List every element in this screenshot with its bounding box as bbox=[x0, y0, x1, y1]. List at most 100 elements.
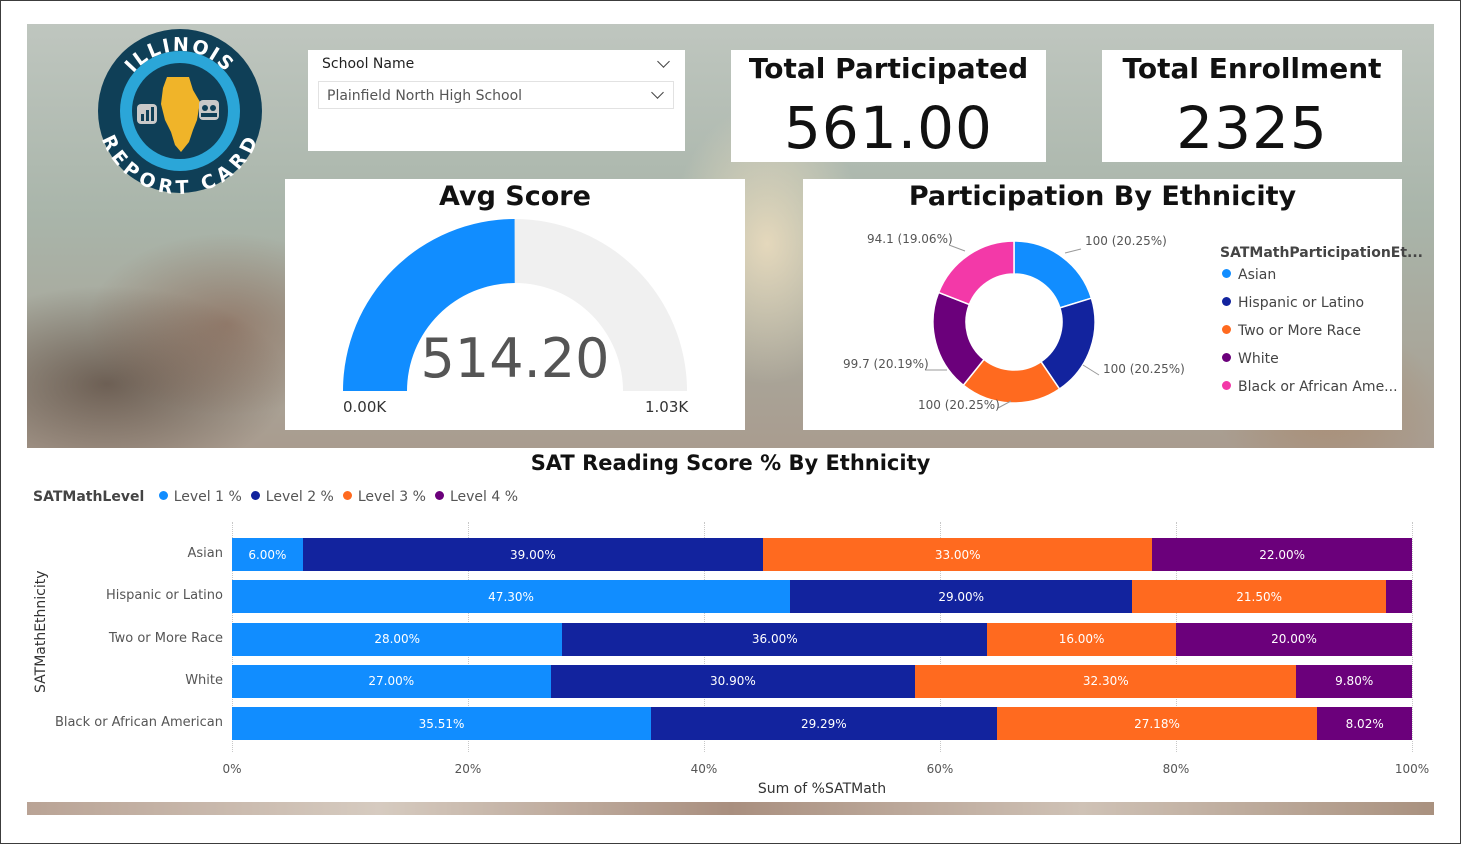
x-tick-label: 0% bbox=[222, 762, 242, 776]
bar-data-label: 27.00% bbox=[368, 674, 415, 689]
bar-segment[interactable]: 22.00% bbox=[1152, 538, 1412, 571]
x-tick-label: 40% bbox=[690, 762, 718, 776]
donut-legend-label: White bbox=[1238, 351, 1279, 367]
donut-slice-asian[interactable] bbox=[1013, 240, 1093, 309]
bar-legend-title: SATMathLevel bbox=[33, 489, 145, 505]
chevron-down-icon[interactable] bbox=[651, 86, 664, 99]
donut-data-label: 94.1 (19.06%) bbox=[867, 232, 953, 246]
bar-legend-item[interactable]: Level 4 % bbox=[434, 489, 519, 505]
donut-legend-label: Black or African Ame... bbox=[1238, 379, 1398, 395]
bar-legend-label: Level 4 % bbox=[449, 489, 519, 505]
bar-segment[interactable]: 30.90% bbox=[550, 664, 916, 698]
donut-legend-item[interactable]: Black or African Ame... bbox=[1222, 379, 1398, 395]
donut-data-label: 100 (20.25%) bbox=[1103, 362, 1185, 376]
bar-data-label: 28.00% bbox=[374, 632, 421, 647]
bar-segment[interactable]: 39.00% bbox=[302, 538, 763, 571]
legend-dot-icon bbox=[1222, 381, 1231, 390]
illinois-report-card-logo: ILLINOIS REPORT CARD bbox=[97, 28, 263, 199]
y-category-label: Asian bbox=[187, 546, 223, 561]
bar-data-label: 22.00% bbox=[1259, 547, 1306, 562]
y-category-label: White bbox=[185, 672, 223, 688]
bar-chart-y-axis-title: SATMathEthnicity bbox=[33, 570, 49, 693]
donut-legend-label: Asian bbox=[1238, 267, 1277, 283]
bar-segment[interactable]: 32.30% bbox=[915, 664, 1297, 698]
x-tick-label: 80% bbox=[1162, 762, 1190, 776]
donut-slice-black-or-african-american[interactable] bbox=[937, 240, 1015, 306]
slicer-label: School Name bbox=[322, 56, 415, 72]
y-category-label: Two or More Race bbox=[108, 630, 223, 646]
school-name-selected-value: Plainfield North High School bbox=[327, 88, 523, 104]
school-name-dropdown[interactable]: Plainfield North High School bbox=[318, 81, 674, 109]
y-category-label: Black or African American bbox=[54, 715, 223, 731]
x-tick-label: 100% bbox=[1394, 762, 1430, 776]
donut-leader-line bbox=[1064, 248, 1082, 254]
gauge-max-label: 1.03K bbox=[645, 398, 689, 416]
bar-segment[interactable]: 27.18% bbox=[996, 707, 1318, 741]
donut-legend-item[interactable]: White bbox=[1222, 351, 1279, 367]
kpi-title: Total Enrollment bbox=[1122, 52, 1382, 85]
bar-segment[interactable]: 20.00% bbox=[1176, 622, 1412, 656]
bar-segment[interactable]: 8.02% bbox=[1317, 707, 1412, 741]
slicer-collapse-chevron-icon[interactable] bbox=[657, 55, 670, 68]
kpi-total-participated: Total Participated 561.00 bbox=[731, 50, 1046, 162]
bar-legend-item[interactable]: Level 2 % bbox=[250, 489, 334, 505]
bar-data-label: 32.30% bbox=[1082, 674, 1129, 689]
bar-segment[interactable] bbox=[1386, 580, 1412, 614]
kpi-title: Total Participated bbox=[748, 52, 1029, 85]
bar-data-label: 47.30% bbox=[488, 589, 534, 604]
bar-legend-item[interactable]: Level 3 % bbox=[342, 489, 426, 505]
bar-segment[interactable]: 21.50% bbox=[1132, 580, 1387, 614]
bar-segment[interactable]: 28.00% bbox=[232, 622, 563, 656]
bar-data-label: 6.00% bbox=[248, 547, 287, 562]
donut-legend-item[interactable]: Two or More Race bbox=[1222, 323, 1361, 339]
bar-segment[interactable]: 36.00% bbox=[562, 622, 988, 656]
bar-legend-label: Level 3 % bbox=[357, 489, 426, 505]
bar-segment[interactable]: 6.00% bbox=[232, 538, 303, 571]
sat-reading-chart-title: SAT Reading Score % By Ethnicity bbox=[530, 451, 931, 475]
gauge-value: 514.20 bbox=[420, 327, 610, 390]
donut-legend-item[interactable]: Asian bbox=[1222, 267, 1276, 283]
donut-legend-label: Two or More Race bbox=[1238, 323, 1361, 339]
x-gridline bbox=[1412, 522, 1413, 752]
bar-segment[interactable]: 16.00% bbox=[987, 622, 1176, 656]
bar-segment[interactable]: 29.00% bbox=[790, 580, 1133, 614]
avg-score-gauge[interactable] bbox=[285, 179, 745, 430]
donut-legend-label: Hispanic or Latino bbox=[1238, 295, 1365, 311]
donut-data-label: 99.7 (20.19%) bbox=[843, 357, 929, 371]
bar-data-label: 21.50% bbox=[1236, 589, 1283, 604]
x-tick-label: 60% bbox=[926, 762, 954, 776]
bar-data-label: 8.02% bbox=[1345, 716, 1384, 731]
bar-data-label: 29.00% bbox=[938, 589, 985, 604]
legend-dot-icon bbox=[158, 491, 168, 500]
bar-segment[interactable]: 9.80% bbox=[1296, 664, 1412, 698]
participation-by-ethnicity-card: Participation By Ethnicity 100 (20.25%) 1… bbox=[803, 179, 1423, 430]
bar-chart-legend: SATMathLevel Level 1 % Level 2 % Level 3 %… bbox=[33, 489, 527, 507]
bar-data-label: 35.51% bbox=[418, 716, 465, 731]
donut-legend-title: SATMathParticipationEt... bbox=[1220, 245, 1423, 261]
legend-dot-icon bbox=[434, 491, 444, 500]
bar-segment[interactable]: 35.51% bbox=[232, 707, 652, 741]
kpi-value: 2325 bbox=[1176, 94, 1328, 162]
bar-data-label: 36.00% bbox=[751, 632, 798, 647]
bar-data-label: 9.80% bbox=[1335, 674, 1374, 689]
bar-data-label: 33.00% bbox=[934, 547, 981, 562]
x-tick-label: 20% bbox=[454, 762, 482, 776]
legend-dot-icon bbox=[1222, 353, 1231, 362]
bar-segment[interactable]: 29.29% bbox=[651, 707, 997, 741]
bar-segment[interactable]: 33.00% bbox=[763, 538, 1153, 571]
school-name-slicer: School Name Plainfield North High School bbox=[308, 50, 685, 151]
legend-dot-icon bbox=[250, 491, 260, 500]
bar-legend-item[interactable]: Level 1 % bbox=[158, 489, 242, 505]
bar-segment[interactable]: 47.30% bbox=[232, 580, 791, 614]
bar-data-label: 20.00% bbox=[1271, 632, 1317, 647]
bar-data-label: 29.29% bbox=[800, 716, 847, 731]
kpi-total-enrollment: Total Enrollment 2325 bbox=[1102, 50, 1402, 162]
legend-dot-icon bbox=[1222, 325, 1231, 334]
bar-data-label: 30.90% bbox=[710, 674, 756, 689]
bar-segment[interactable]: 27.00% bbox=[232, 664, 551, 698]
donut-data-label: 100 (20.25%) bbox=[918, 398, 1000, 412]
y-category-label: Hispanic or Latino bbox=[105, 588, 223, 604]
gauge-min-label: 0.00K bbox=[343, 398, 387, 416]
donut-legend-item[interactable]: Hispanic or Latino bbox=[1222, 295, 1364, 311]
bar-data-label: 16.00% bbox=[1058, 632, 1105, 647]
